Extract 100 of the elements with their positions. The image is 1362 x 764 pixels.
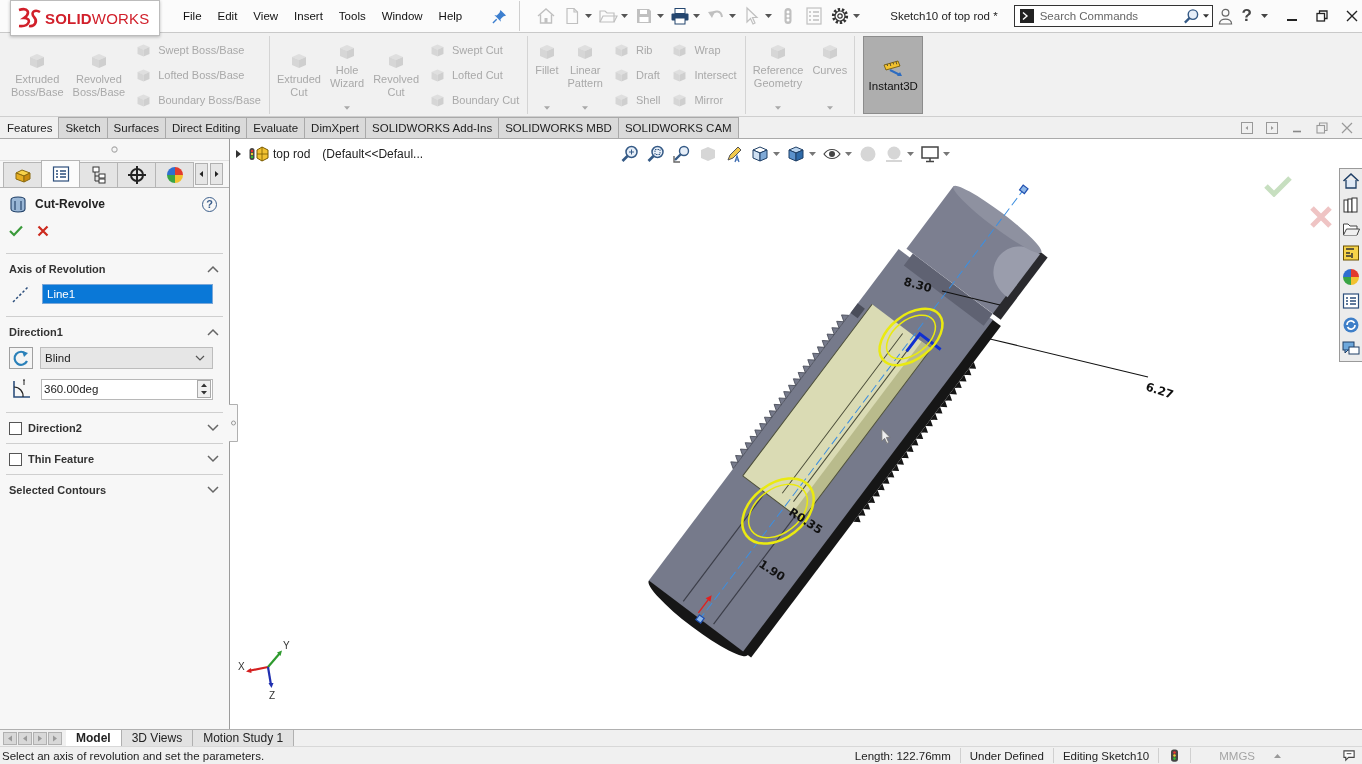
section-title: Selected Contours (9, 484, 107, 496)
list-icon (50, 164, 71, 184)
status-sketch-state: Under Defined (959, 748, 1053, 763)
caret-right-icon[interactable] (236, 150, 241, 158)
pin-icon[interactable] (492, 8, 508, 24)
menu-item[interactable]: Edit (209, 10, 246, 22)
tab[interactable]: 3D Views (121, 730, 194, 746)
menu-item[interactable]: Tools (330, 10, 374, 22)
checkbox[interactable] (9, 421, 22, 435)
status-mode: Editing Sketch10 (1052, 748, 1159, 763)
books-icon[interactable] (1342, 196, 1360, 214)
menu-item[interactable]: Insert (286, 10, 331, 22)
section-title: Direction2 (28, 422, 82, 434)
balloon-icon[interactable] (1343, 749, 1356, 762)
axis-label: Z (269, 690, 276, 701)
tab[interactable]: DimXpert (304, 117, 367, 138)
magnifier-icon[interactable] (620, 144, 640, 164)
chat-icon[interactable] (1342, 340, 1360, 358)
cube-icon[interactable] (750, 144, 770, 164)
chevron-down-icon (195, 355, 205, 361)
pencil-icon[interactable] (724, 144, 744, 164)
dimension-label[interactable]: 6.27 (1144, 379, 1176, 402)
user-icon[interactable] (1217, 7, 1233, 25)
scroll-left-icon[interactable] (195, 163, 208, 185)
traffic-light-icon[interactable] (1171, 749, 1179, 762)
tab[interactable]: Evaluate (246, 117, 306, 138)
cylinder-icon (9, 195, 27, 213)
check-icon[interactable] (9, 225, 23, 237)
caret-icon[interactable] (1261, 14, 1268, 18)
search-icon[interactable] (1182, 7, 1200, 25)
magnifier-arrow-icon[interactable] (672, 144, 692, 164)
settings-icon[interactable] (830, 6, 851, 26)
status-length: Length: 122.76mm (853, 748, 952, 763)
crosshair-icon (126, 165, 147, 185)
folder-icon[interactable] (1342, 220, 1360, 238)
axis-label: Y (283, 640, 290, 651)
logo-icon (16, 7, 42, 29)
chevron-down-icon[interactable] (207, 455, 219, 463)
tab[interactable]: SOLIDWORKS Add-Ins (365, 117, 500, 138)
axis-label: X (238, 661, 245, 672)
logo-text: SOLIDWORKS (45, 9, 150, 27)
splitter-handle-icon[interactable] (229, 404, 238, 442)
tab[interactable]: Motion Study 1 (193, 730, 295, 746)
search-field[interactable]: Search Commands (1013, 5, 1213, 27)
tab[interactable]: SOLIDWORKS CAM (617, 117, 739, 138)
chevron-up-icon[interactable] (207, 265, 219, 273)
help-button[interactable]: ? (1241, 6, 1252, 26)
caret-icon[interactable] (693, 14, 701, 18)
color-wheel-icon[interactable] (1342, 268, 1360, 286)
section-title: Axis of Revolution (9, 263, 106, 275)
restore-icon[interactable] (1316, 10, 1328, 22)
dimension-label[interactable]: 8.30 (902, 274, 934, 296)
menu-item[interactable]: File (175, 10, 210, 22)
chevron-down-icon[interactable] (207, 486, 219, 494)
chevron-up-icon[interactable] (207, 328, 219, 336)
parts-icon (249, 144, 269, 164)
menu-item[interactable]: View (245, 10, 287, 22)
tab[interactable]: Surfaces (106, 117, 166, 138)
panel-tab[interactable] (117, 162, 156, 187)
scroll-right-icon[interactable] (210, 163, 223, 185)
cross-icon[interactable] (37, 225, 49, 237)
checkbox[interactable] (9, 452, 22, 466)
menu-item[interactable]: Help (430, 10, 471, 22)
refresh-icon[interactable] (1342, 316, 1360, 334)
tab[interactable]: Model (66, 730, 122, 746)
panel-tab[interactable] (79, 162, 118, 187)
panel-tab[interactable] (41, 160, 80, 187)
configuration-label: (Default<<Defaul... (322, 147, 424, 161)
angle-field[interactable]: 360.00deg (41, 378, 213, 400)
menu-item[interactable]: Window (373, 10, 431, 22)
tab[interactable]: Direct Editing (164, 117, 248, 138)
toggle-button[interactable]: Instant3D (863, 36, 924, 114)
monitor-icon[interactable] (920, 144, 940, 164)
caret-icon[interactable] (1202, 14, 1209, 18)
section-title: Direction1 (9, 326, 63, 338)
layout-icon[interactable] (1342, 244, 1360, 262)
caret-icon[interactable] (853, 14, 861, 18)
pointer-icon (880, 428, 891, 445)
close-icon[interactable] (1346, 10, 1358, 22)
grip-icon[interactable] (111, 146, 118, 153)
printer-icon[interactable] (670, 6, 691, 26)
spinner-icon[interactable] (197, 380, 211, 398)
list-icon[interactable] (1342, 292, 1360, 310)
window-title: Sketch10 of top rod * (890, 10, 998, 22)
home-icon[interactable] (1342, 172, 1360, 190)
dashed-line-icon (11, 284, 31, 304)
status-message: Select an axis of revolution and set the parameters. (1, 749, 265, 762)
tab[interactable]: SOLIDWORKS MBD (498, 117, 619, 138)
tab[interactable]: Sketch (58, 117, 108, 138)
part-name[interactable]: top rod (273, 147, 311, 161)
selection-field[interactable]: Line1 (42, 284, 213, 304)
angle-icon (11, 378, 33, 400)
end-condition-dropdown[interactable]: Blind (40, 347, 213, 369)
cube-icon[interactable] (786, 144, 806, 164)
magnifier-icon[interactable] (646, 144, 666, 164)
feature-cube-icon (768, 42, 788, 62)
panel-title: Cut-Revolve (35, 197, 105, 211)
chevron-down-icon[interactable] (207, 424, 219, 432)
section-title: Thin Feature (28, 453, 94, 465)
ruler-icon (882, 58, 905, 77)
